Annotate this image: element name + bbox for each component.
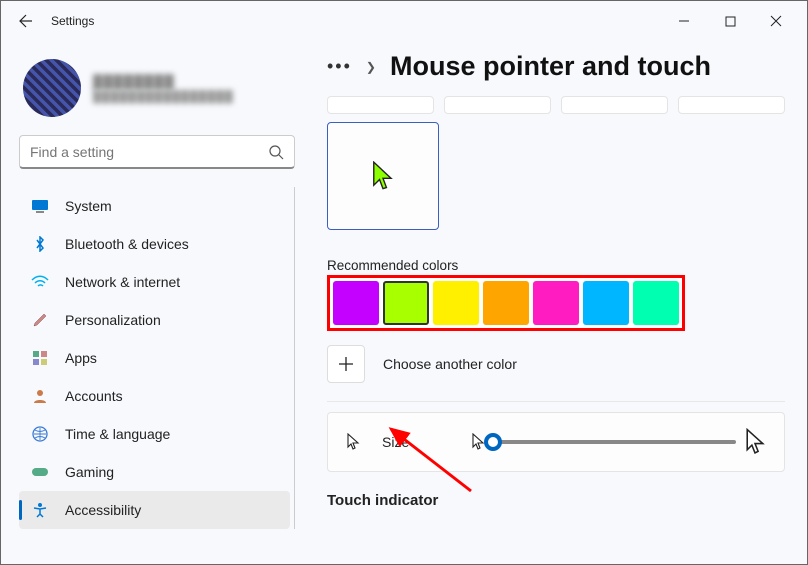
sidebar-item-time[interactable]: Time & language bbox=[19, 415, 290, 453]
page-title: Mouse pointer and touch bbox=[390, 51, 711, 82]
search-input[interactable] bbox=[30, 144, 268, 160]
choose-color-label: Choose another color bbox=[383, 356, 517, 372]
cursor-preview-icon bbox=[370, 161, 396, 191]
avatar bbox=[23, 59, 81, 117]
cursor-large-icon bbox=[744, 428, 766, 456]
main-content: ••• ❯ Mouse pointer and touch Recommende… bbox=[301, 41, 807, 564]
sidebar-item-label: Bluetooth & devices bbox=[65, 236, 189, 252]
sidebar-item-accessibility[interactable]: Accessibility bbox=[19, 491, 290, 529]
minimize-button[interactable] bbox=[661, 5, 707, 37]
person-icon bbox=[31, 387, 49, 405]
choose-color-button[interactable] bbox=[327, 345, 365, 383]
pointer-preview-tile[interactable] bbox=[327, 122, 439, 230]
window-controls bbox=[661, 5, 799, 37]
pointer-style-tile[interactable] bbox=[561, 96, 668, 114]
cursor-small-icon bbox=[346, 433, 360, 451]
chevron-right-icon: ❯ bbox=[366, 60, 376, 74]
monitor-icon bbox=[31, 197, 49, 215]
search-box[interactable] bbox=[19, 135, 295, 169]
wifi-icon bbox=[31, 273, 49, 291]
slider-thumb[interactable] bbox=[484, 433, 502, 451]
sidebar-item-label: Accounts bbox=[65, 388, 123, 404]
profile-email: ████████████████ bbox=[93, 91, 234, 103]
pointer-style-tile[interactable] bbox=[678, 96, 785, 114]
pointer-style-tile[interactable] bbox=[444, 96, 551, 114]
gamepad-icon bbox=[31, 463, 49, 481]
sidebar-item-apps[interactable]: Apps bbox=[19, 339, 290, 377]
sidebar-item-label: Time & language bbox=[65, 426, 170, 442]
sidebar-item-label: Gaming bbox=[65, 464, 114, 480]
settings-window: Settings ████████ ████████████████ bbox=[0, 0, 808, 565]
color-swatch[interactable] bbox=[533, 281, 579, 325]
color-swatch[interactable] bbox=[383, 281, 429, 325]
sidebar-item-bluetooth[interactable]: Bluetooth & devices bbox=[19, 225, 290, 263]
arrow-left-icon bbox=[17, 13, 33, 29]
bluetooth-icon bbox=[31, 235, 49, 253]
back-button[interactable] bbox=[9, 5, 41, 37]
breadcrumb-ellipsis[interactable]: ••• bbox=[327, 56, 352, 77]
titlebar: Settings bbox=[1, 1, 807, 41]
plus-icon bbox=[338, 356, 354, 372]
sidebar: ████████ ████████████████ System Bluetoo… bbox=[1, 41, 301, 564]
choose-another-color-row: Choose another color bbox=[327, 339, 785, 402]
color-swatch[interactable] bbox=[633, 281, 679, 325]
window-title: Settings bbox=[51, 14, 94, 28]
size-label: Size bbox=[382, 434, 409, 450]
accessibility-icon bbox=[31, 501, 49, 519]
pointer-style-tile[interactable] bbox=[327, 96, 434, 114]
sidebar-item-network[interactable]: Network & internet bbox=[19, 263, 290, 301]
profile[interactable]: ████████ ████████████████ bbox=[19, 53, 295, 131]
sidebar-item-label: Apps bbox=[65, 350, 97, 366]
close-button[interactable] bbox=[753, 5, 799, 37]
sidebar-item-accounts[interactable]: Accounts bbox=[19, 377, 290, 415]
size-slider[interactable] bbox=[493, 440, 736, 444]
sidebar-item-label: System bbox=[65, 198, 112, 214]
touch-indicator-header: Touch indicator bbox=[327, 492, 785, 509]
color-swatch[interactable] bbox=[333, 281, 379, 325]
color-swatch[interactable] bbox=[483, 281, 529, 325]
pointer-size-row: Size bbox=[327, 412, 785, 472]
cursor-small-icon bbox=[471, 433, 485, 451]
sidebar-item-system[interactable]: System bbox=[19, 187, 290, 225]
recommended-colors bbox=[327, 275, 685, 331]
sidebar-item-label: Network & internet bbox=[65, 274, 180, 290]
recommended-colors-label: Recommended colors bbox=[327, 258, 785, 273]
pointer-style-row bbox=[327, 96, 785, 114]
maximize-button[interactable] bbox=[707, 5, 753, 37]
brush-icon bbox=[31, 311, 49, 329]
color-swatch[interactable] bbox=[583, 281, 629, 325]
nav-list: System Bluetooth & devices Network & int… bbox=[19, 187, 295, 529]
clock-globe-icon bbox=[31, 425, 49, 443]
profile-name: ████████ bbox=[93, 74, 234, 89]
sidebar-item-label: Personalization bbox=[65, 312, 161, 328]
apps-icon bbox=[31, 349, 49, 367]
search-icon bbox=[268, 144, 284, 160]
color-swatch[interactable] bbox=[433, 281, 479, 325]
sidebar-item-label: Accessibility bbox=[65, 502, 141, 518]
sidebar-item-personalization[interactable]: Personalization bbox=[19, 301, 290, 339]
sidebar-item-gaming[interactable]: Gaming bbox=[19, 453, 290, 491]
breadcrumb: ••• ❯ Mouse pointer and touch bbox=[327, 51, 785, 82]
